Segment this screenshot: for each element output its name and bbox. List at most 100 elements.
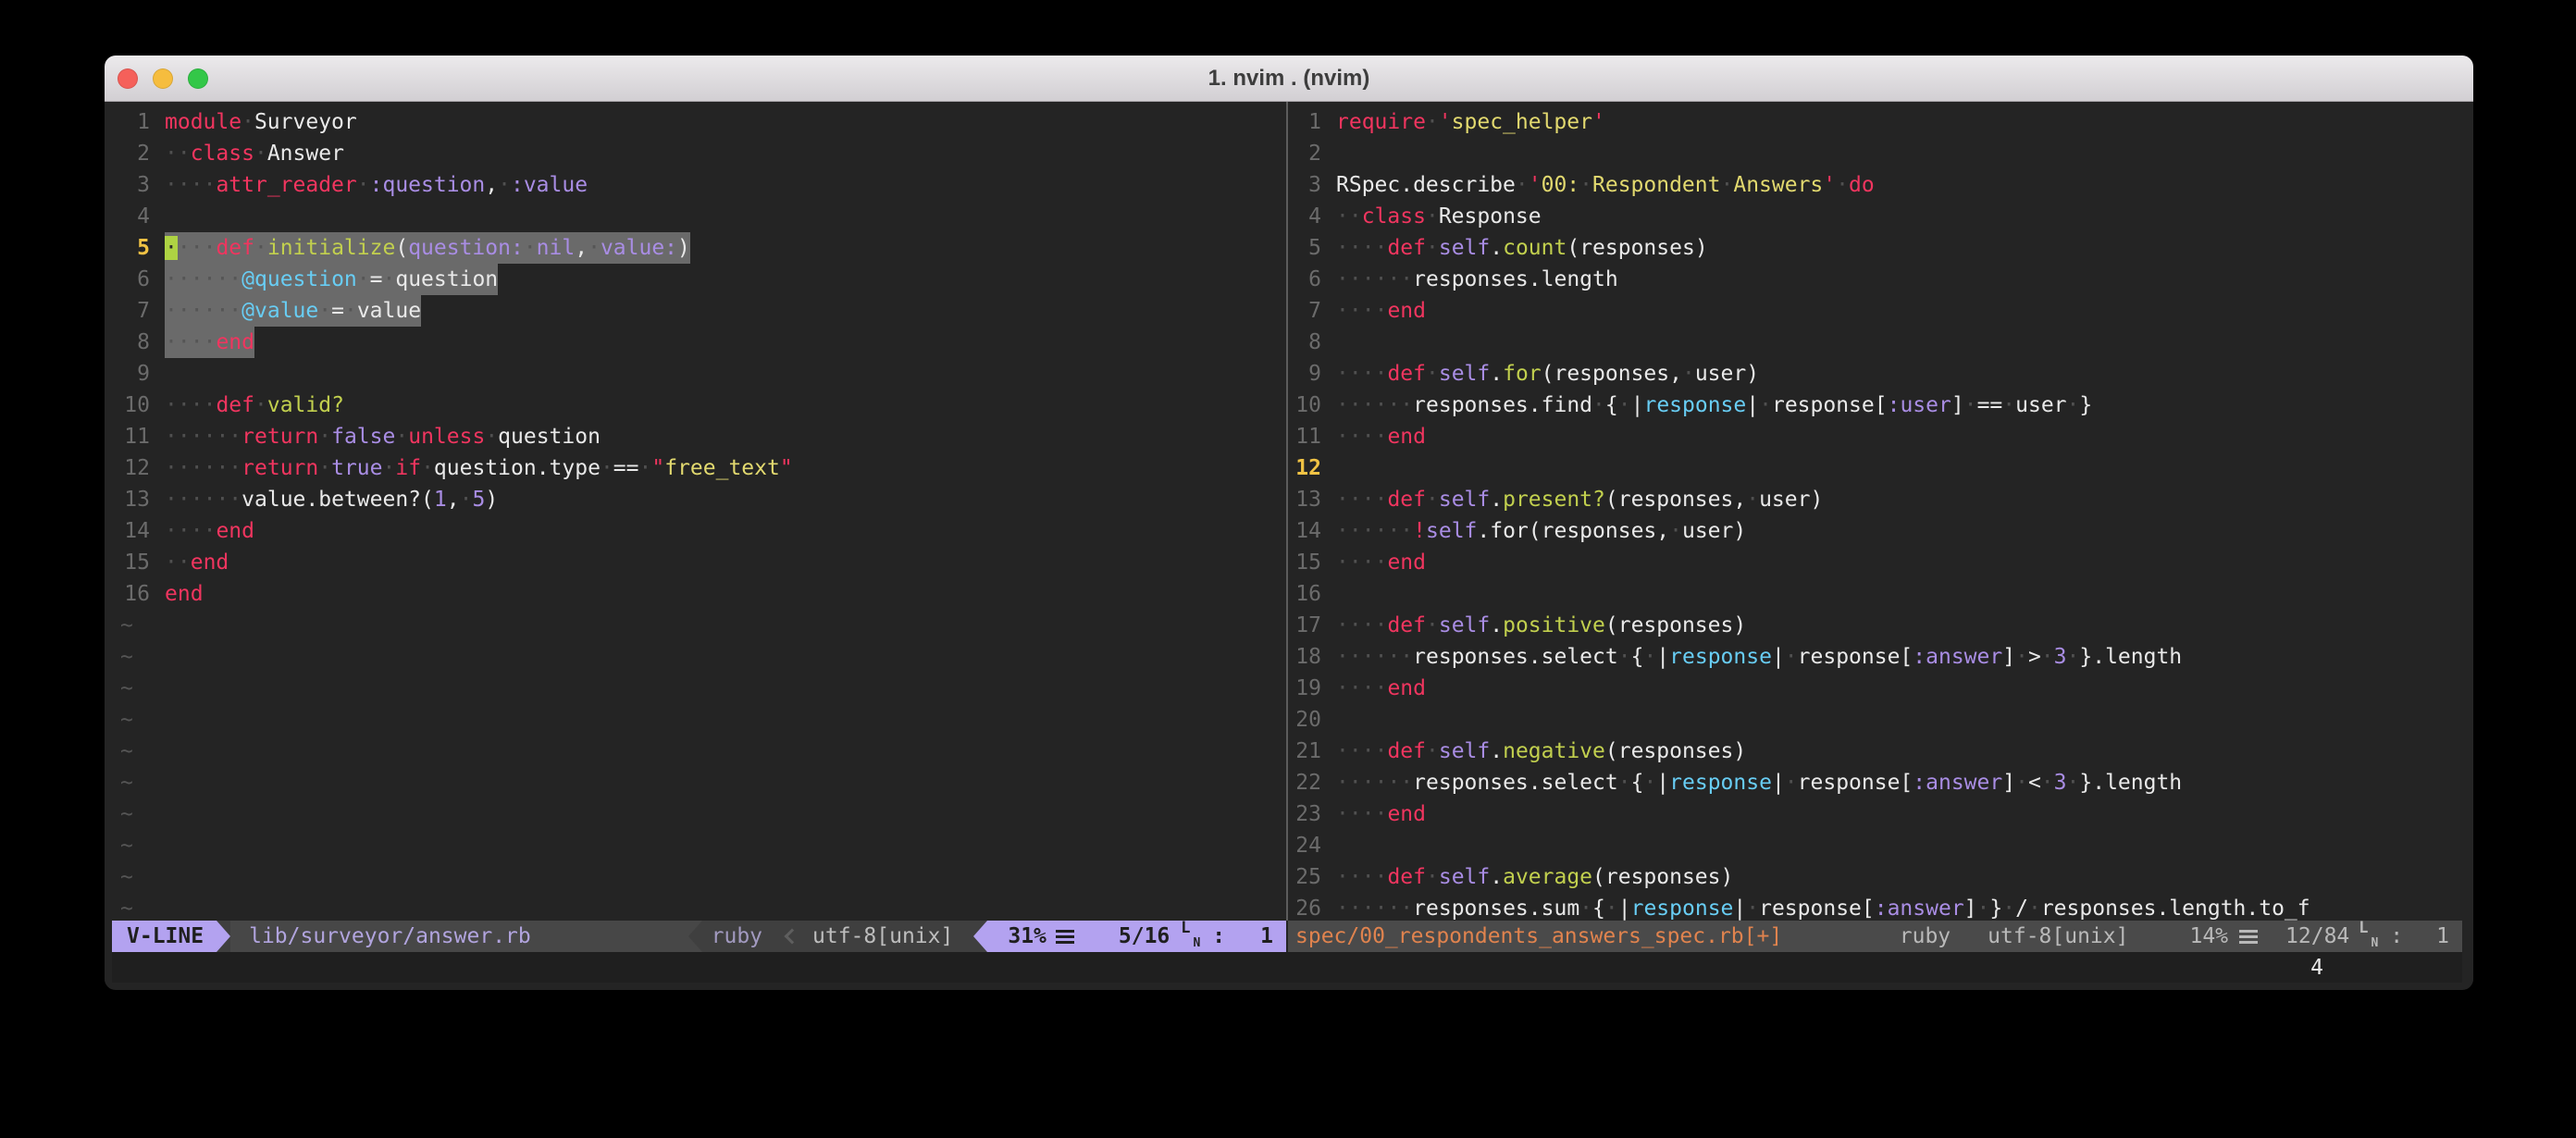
space-dot: · bbox=[1387, 897, 1400, 921]
inactive-file-path: spec/00_respondents_answers_spec.rb[+] bbox=[1295, 924, 1782, 948]
space-dot: · bbox=[1426, 613, 1439, 637]
empty-buffer-line: ~ bbox=[112, 767, 1286, 798]
space-dot: · bbox=[178, 456, 191, 480]
code-line[interactable]: 11····end bbox=[1288, 421, 2462, 452]
code-token: { bbox=[1592, 897, 1605, 921]
code-line[interactable]: 3····attr_reader·:question,·:value bbox=[112, 169, 1286, 201]
code-line[interactable]: 21····def·self.negative(responses) bbox=[1288, 736, 2462, 767]
space-dot: · bbox=[1336, 771, 1349, 795]
code-token: def bbox=[216, 393, 254, 417]
code-token: ' bbox=[1592, 110, 1605, 134]
code-line[interactable]: 2 bbox=[1288, 138, 2462, 169]
code-line[interactable]: 13······value.between?(1,·5) bbox=[112, 484, 1286, 515]
code-line[interactable]: 3RSpec.describe·'00:·Respondent·Answers'… bbox=[1288, 169, 2462, 201]
code-token: def bbox=[1387, 236, 1426, 260]
code-token: , bbox=[447, 488, 460, 512]
code-line[interactable]: 14····end bbox=[112, 515, 1286, 547]
code-line[interactable]: 19····end bbox=[1288, 673, 2462, 704]
code-line[interactable]: 8····end bbox=[112, 327, 1286, 358]
code-line[interactable]: 26······responses.sum·{·|response|·respo… bbox=[1288, 893, 2462, 921]
code-token: RSpec.describe bbox=[1336, 173, 1516, 197]
code-line[interactable]: 5····def·initialize(question:·nil,·value… bbox=[112, 232, 1286, 264]
code-line[interactable]: 7······@value·=·value bbox=[112, 295, 1286, 327]
code-token: , bbox=[485, 173, 498, 197]
code-line[interactable]: 1require·'spec_helper' bbox=[1288, 106, 2462, 138]
code-token: ' bbox=[1823, 173, 1836, 197]
space-dot: · bbox=[1362, 613, 1375, 637]
space-dot: · bbox=[1746, 897, 1759, 921]
cursor-block: · bbox=[165, 236, 178, 260]
code-token: { bbox=[1631, 771, 1644, 795]
code-line[interactable]: 2··class·Answer bbox=[112, 138, 1286, 169]
code-token: < bbox=[2028, 771, 2041, 795]
title-bar[interactable]: 1. nvim . (nvim) bbox=[105, 56, 2473, 102]
code-line[interactable]: 6······@question·=·question bbox=[112, 264, 1286, 295]
code-token: } bbox=[2079, 393, 2092, 417]
scroll-percent: 14% bbox=[2189, 924, 2228, 948]
space-dot: · bbox=[165, 173, 178, 197]
space-dot: · bbox=[1426, 865, 1439, 889]
space-dot: · bbox=[191, 519, 204, 543]
space-dot: · bbox=[204, 299, 217, 323]
code-line[interactable]: 8 bbox=[1288, 327, 2462, 358]
code-line[interactable]: 16end bbox=[112, 578, 1286, 610]
code-token: def bbox=[1387, 362, 1426, 386]
code-line[interactable]: 14······!self.for(responses,·user) bbox=[1288, 515, 2462, 547]
space-dot: · bbox=[1643, 771, 1656, 795]
code-line[interactable]: 20 bbox=[1288, 704, 2462, 736]
code-token: def bbox=[1387, 739, 1426, 763]
line-text: ····end bbox=[1336, 798, 1426, 830]
code-line[interactable]: 23····end bbox=[1288, 798, 2462, 830]
code-line[interactable]: 16 bbox=[1288, 578, 2462, 610]
line-text: ····def·self.negative(responses) bbox=[1336, 736, 1746, 767]
code-token: def bbox=[216, 236, 254, 260]
code-line[interactable]: 9 bbox=[112, 358, 1286, 390]
code-pane-left[interactable]: 1module·Surveyor2··class·Answer3····attr… bbox=[112, 102, 1286, 921]
empty-buffer-line: ~ bbox=[112, 641, 1286, 673]
space-dot: · bbox=[254, 236, 267, 260]
space-dot: · bbox=[1362, 865, 1375, 889]
code-line[interactable]: 13····def·self.present?(responses,·user) bbox=[1288, 484, 2462, 515]
code-line[interactable]: 1module·Surveyor bbox=[112, 106, 1286, 138]
code-token: user) bbox=[1759, 488, 1823, 512]
code-token: class bbox=[1362, 204, 1426, 229]
code-token: , bbox=[575, 236, 588, 260]
space-dot: · bbox=[2028, 897, 2041, 921]
code-line[interactable]: 7····end bbox=[1288, 295, 2462, 327]
space-dot: · bbox=[588, 236, 601, 260]
code-line[interactable]: 25····def·self.average(responses) bbox=[1288, 861, 2462, 893]
code-line[interactable]: 10····def·valid? bbox=[112, 390, 1286, 421]
zoom-button[interactable] bbox=[188, 68, 208, 89]
space-dot: · bbox=[1362, 550, 1375, 575]
code-line[interactable]: 24 bbox=[1288, 830, 2462, 861]
close-button[interactable] bbox=[118, 68, 138, 89]
space-dot: · bbox=[460, 488, 473, 512]
code-line[interactable]: 15··end bbox=[112, 547, 1286, 578]
code-line[interactable]: 4 bbox=[112, 201, 1286, 232]
code-line[interactable]: 12······return·true·if·question.type·==·… bbox=[112, 452, 1286, 484]
code-line[interactable]: 17····def·self.positive(responses) bbox=[1288, 610, 2462, 641]
space-dot: · bbox=[1336, 865, 1349, 889]
code-line[interactable]: 4··class·Response bbox=[1288, 201, 2462, 232]
empty-buffer-line: ~ bbox=[112, 610, 1286, 641]
line-number: 14 bbox=[112, 515, 165, 547]
code-line[interactable]: 5····def·self.count(responses) bbox=[1288, 232, 2462, 264]
code-token: user) bbox=[1695, 362, 1759, 386]
code-line[interactable]: 10······responses.find·{·|response|·resp… bbox=[1288, 390, 2462, 421]
space-dot: · bbox=[1746, 488, 1759, 512]
code-token: return bbox=[242, 456, 318, 480]
line-number: 17 bbox=[1288, 610, 1336, 641]
code-pane-right[interactable]: 1require·'spec_helper'23RSpec.describe·'… bbox=[1288, 102, 2462, 921]
code-line[interactable]: 9····def·self.for(responses,·user) bbox=[1288, 358, 2462, 390]
line-number: 14 bbox=[1288, 515, 1336, 547]
space-dot: · bbox=[1375, 865, 1388, 889]
code-line[interactable]: 11······return·false·unless·question bbox=[112, 421, 1286, 452]
code-line[interactable]: 22······responses.select·{·|response|·re… bbox=[1288, 767, 2462, 798]
code-line[interactable]: 18······responses.select·{·|response|·re… bbox=[1288, 641, 2462, 673]
code-line[interactable]: 12 bbox=[1288, 452, 2462, 484]
code-line[interactable]: 6······responses.length bbox=[1288, 264, 2462, 295]
space-dot: · bbox=[204, 488, 217, 512]
minimize-button[interactable] bbox=[153, 68, 173, 89]
code-line[interactable]: 15····end bbox=[1288, 547, 2462, 578]
command-line[interactable]: 4 bbox=[112, 952, 2462, 983]
